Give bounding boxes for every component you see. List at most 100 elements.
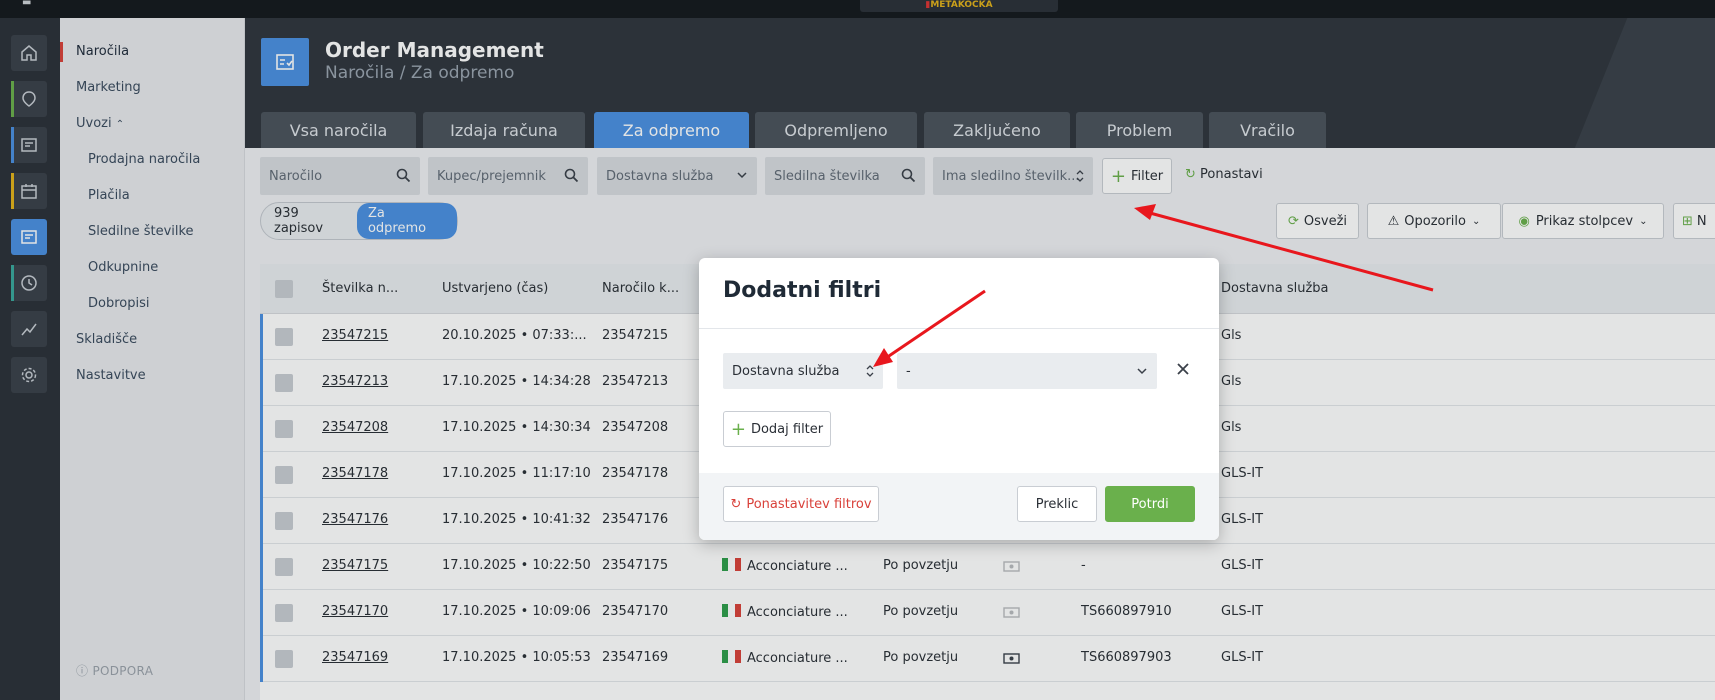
row-checkbox[interactable]	[275, 466, 293, 484]
status-badge[interactable]: Za odpremo	[356, 203, 457, 239]
table-row[interactable]: 23547175 17.10.2025 • 10:22:50 23547175 Acc…	[260, 544, 1715, 590]
filter-value: -	[906, 363, 911, 379]
select-all-checkbox[interactable]	[275, 280, 293, 298]
sidebar-item-tracking[interactable]: Sledilne številke	[88, 224, 194, 239]
map-pin-icon[interactable]	[11, 81, 47, 117]
search-icon	[901, 168, 916, 183]
row-checkbox[interactable]	[275, 650, 293, 668]
sidebar-item-marketing[interactable]: Marketing	[76, 80, 141, 95]
tracking-cell: TS660897903	[1081, 650, 1172, 665]
columns-button[interactable]: ◉ Prikaz stolpcev ⌄	[1502, 203, 1664, 239]
payment-cell: Po povzetju	[883, 604, 959, 619]
created-cell: 17.10.2025 • 10:05:53	[442, 650, 591, 665]
orders-rail-icon[interactable]	[11, 127, 47, 163]
filter-field-select[interactable]: Dostavna služba	[723, 353, 883, 389]
order-number-link[interactable]: 23547213	[322, 374, 388, 389]
filter-button-label: Filter	[1130, 168, 1164, 184]
sidebar-item-sales-orders[interactable]: Prodajna naročila	[88, 152, 200, 167]
refresh-icon: ⟳	[1287, 213, 1299, 229]
delivery-service-placeholder: Dostavna služba	[606, 168, 714, 184]
app-logo[interactable]: ▮METAKOCKA	[860, 0, 1058, 12]
tab-return[interactable]: Vračilo	[1209, 112, 1326, 148]
sidebar-item-credit-notes[interactable]: Dobropisi	[88, 296, 149, 311]
sidebar-item-warehouse[interactable]: Skladišče	[76, 332, 137, 347]
home-icon[interactable]	[11, 35, 47, 71]
warning-button[interactable]: ⚠ Opozorilo ⌄	[1367, 203, 1501, 239]
sidebar-item-imports[interactable]: Uvozi ⌃	[76, 116, 124, 131]
table-row[interactable]: 23547169 17.10.2025 • 10:05:53 23547169 Acc…	[260, 636, 1715, 682]
order-number-link[interactable]: 23547169	[322, 650, 388, 665]
columns-label: Prikaz stolpcev	[1535, 213, 1634, 229]
order-number-link[interactable]: 23547215	[322, 328, 388, 343]
col-number[interactable]: Številka n...	[322, 281, 398, 296]
info-icon: ⓘ	[76, 664, 89, 678]
has-tracking-placeholder: Ima sledilno številk...	[942, 168, 1080, 184]
row-checkbox[interactable]	[275, 374, 293, 392]
col-order-k[interactable]: Naročilo k...	[602, 281, 679, 296]
created-cell: 17.10.2025 • 10:22:50	[442, 558, 591, 573]
reset-filters-button[interactable]: ↻ Ponastavitev filtrov	[723, 486, 879, 522]
has-tracking-select[interactable]: Ima sledilno številk...	[933, 157, 1093, 195]
row-checkbox[interactable]	[275, 512, 293, 530]
order-number-link[interactable]: 23547208	[322, 420, 388, 435]
row-checkbox[interactable]	[275, 558, 293, 576]
tracking-search-input[interactable]: Sledilna številka	[765, 157, 925, 195]
buyer-search-input[interactable]: Kupec/prejemnik	[428, 157, 588, 195]
chevron-up-icon: ⌃	[115, 119, 125, 130]
tab-problem[interactable]: Problem	[1076, 112, 1203, 148]
delivery-cell: Gls	[1221, 374, 1242, 389]
delivery-cell: GLS-IT	[1221, 650, 1264, 665]
tab-all-orders[interactable]: Vsa naročila	[261, 112, 416, 148]
order-number-link[interactable]: 23547176	[322, 512, 388, 527]
order-search-input[interactable]: Naročilo	[260, 157, 420, 195]
order-k-cell: 23547175	[602, 558, 669, 573]
cash-icon	[1003, 606, 1020, 623]
tab-invoicing[interactable]: Izdaja računa	[423, 112, 585, 148]
row-checkbox[interactable]	[275, 328, 293, 346]
row-indicator	[260, 452, 263, 498]
chart-icon[interactable]	[11, 311, 47, 347]
filter-value-select[interactable]: -	[897, 353, 1157, 389]
refresh-button[interactable]: ⟳ Osveži	[1276, 203, 1359, 239]
tab-shipped[interactable]: Odpremljeno	[755, 112, 917, 148]
customer-cell: Acconciature ...	[722, 650, 848, 666]
calendar-icon[interactable]	[11, 173, 47, 209]
order-k-cell: 23547208	[602, 420, 669, 435]
reset-button[interactable]: ↻ Ponastavi	[1185, 167, 1263, 182]
gear-icon[interactable]	[11, 357, 47, 393]
tab-completed[interactable]: Zaključeno	[924, 112, 1070, 148]
filter-button[interactable]: + Filter	[1102, 158, 1172, 194]
order-number-link[interactable]: 23547170	[322, 604, 388, 619]
created-cell: 17.10.2025 • 14:34:28	[442, 374, 591, 389]
col-delivery[interactable]: Dostavna služba	[1221, 281, 1329, 296]
breadcrumb: Naročila / Za odpremo	[325, 63, 515, 83]
orders-icon-active[interactable]	[11, 219, 47, 255]
col-created[interactable]: Ustvarjeno (čas)	[442, 281, 548, 296]
sidebar-item-orders[interactable]: Naročila	[76, 44, 129, 59]
row-checkbox[interactable]	[275, 604, 293, 622]
warning-icon: ⚠	[1387, 213, 1400, 229]
table-row[interactable]: 23547170 17.10.2025 • 10:09:06 23547170 Acc…	[260, 590, 1715, 636]
order-k-cell: 23547169	[602, 650, 669, 665]
sidebar-item-payments[interactable]: Plačila	[88, 188, 130, 203]
close-icon[interactable]	[1175, 361, 1191, 381]
cancel-button[interactable]: Preklic	[1017, 486, 1097, 522]
sidebar-item-cod[interactable]: Odkupnine	[88, 260, 158, 275]
tab-to-ship[interactable]: Za odpremo	[594, 112, 749, 148]
new-button[interactable]: ⊞ N	[1673, 203, 1715, 239]
sidebar-item-settings[interactable]: Nastavitve	[76, 368, 146, 383]
order-number-link[interactable]: 23547178	[322, 466, 388, 481]
confirm-button[interactable]: Potrdi	[1105, 486, 1195, 522]
chevron-down-icon	[737, 172, 747, 179]
delivery-service-select[interactable]: Dostavna služba	[597, 157, 757, 195]
created-cell: 20.10.2025 • 07:33:...	[442, 328, 587, 343]
delivery-cell: Gls	[1221, 328, 1242, 343]
tracking-cell: TS660897910	[1081, 604, 1172, 619]
add-filter-button[interactable]: + Dodaj filter	[723, 411, 831, 447]
order-number-link[interactable]: 23547175	[322, 558, 388, 573]
page-header: Order Management Naročila / Za odpremo V…	[245, 18, 1715, 148]
row-checkbox[interactable]	[275, 420, 293, 438]
menu-icon[interactable]: ▬	[22, 0, 31, 8]
support-link[interactable]: ⓘ PODPORA	[76, 662, 153, 679]
clock-icon[interactable]	[11, 265, 47, 301]
